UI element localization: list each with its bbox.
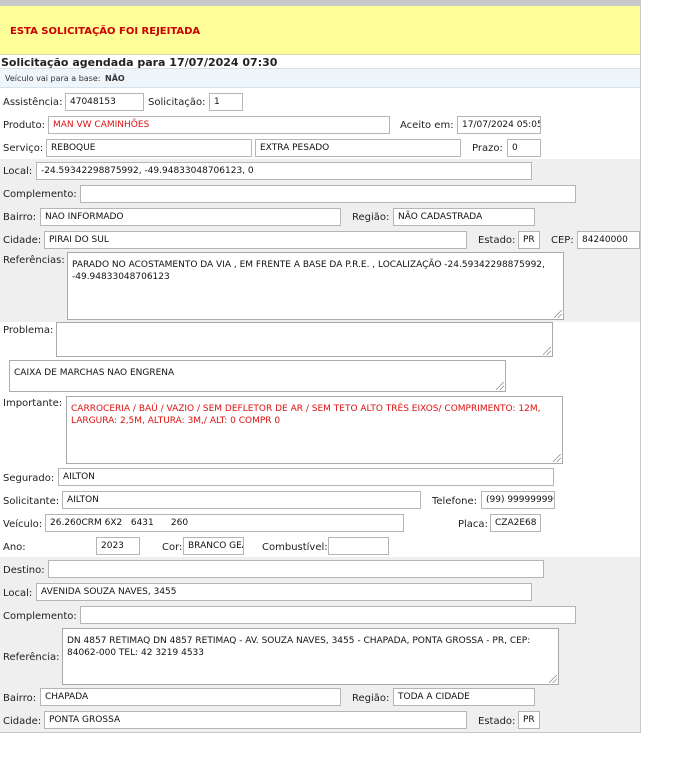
form-frame [0, 0, 641, 733]
